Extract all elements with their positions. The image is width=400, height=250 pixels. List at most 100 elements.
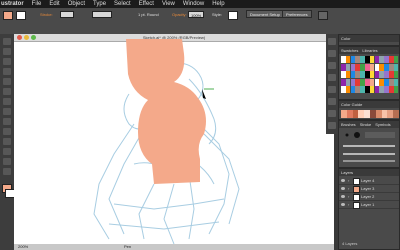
swatch-chip[interactable] bbox=[360, 71, 365, 78]
swatch-chip[interactable] bbox=[393, 71, 399, 78]
layer-name[interactable]: Layer 2 bbox=[361, 193, 374, 200]
guide-chip[interactable] bbox=[393, 110, 399, 118]
artboards-icon[interactable] bbox=[328, 122, 336, 129]
swatch-chip[interactable] bbox=[360, 78, 365, 86]
rotate-tool-icon[interactable] bbox=[3, 98, 11, 105]
opacity-label[interactable]: Opacity: bbox=[172, 11, 187, 18]
fill-swatch[interactable] bbox=[3, 11, 13, 20]
current-tool: Pen bbox=[124, 244, 132, 249]
graphic-styles-icon[interactable] bbox=[328, 86, 336, 93]
chevron-right-icon[interactable]: › bbox=[348, 177, 349, 184]
eye-icon[interactable] bbox=[341, 203, 345, 206]
symbols-panel-icon[interactable] bbox=[328, 74, 336, 81]
pen-tool-icon[interactable] bbox=[3, 58, 11, 65]
swatch-chip[interactable] bbox=[360, 56, 365, 63]
app-name[interactable]: ustrator bbox=[0, 0, 28, 8]
width-tool-icon[interactable] bbox=[3, 118, 11, 125]
layer-name[interactable]: Layer 4 bbox=[361, 177, 374, 184]
zoom-level[interactable]: 200% bbox=[18, 244, 28, 250]
chevron-right-icon[interactable]: › bbox=[348, 185, 349, 192]
type-tool-icon[interactable] bbox=[3, 68, 11, 75]
swatch-chip[interactable] bbox=[393, 86, 399, 93]
color-panel-icon[interactable] bbox=[328, 38, 336, 45]
stroke-label[interactable]: Stroke: bbox=[40, 11, 53, 18]
menu-effect[interactable]: Effect bbox=[135, 0, 158, 8]
swatch-chip[interactable] bbox=[393, 78, 399, 86]
tab-color-guide[interactable]: Color Guide bbox=[339, 101, 364, 108]
chevron-right-icon[interactable]: › bbox=[348, 201, 349, 208]
arrange-icon[interactable] bbox=[318, 11, 328, 20]
selection-tool-icon[interactable] bbox=[3, 38, 11, 45]
swatch-chip[interactable] bbox=[384, 86, 389, 93]
color-guide-panel: Color Guide bbox=[338, 100, 400, 120]
swatch-chip[interactable] bbox=[384, 63, 389, 71]
style-swatch[interactable] bbox=[228, 11, 238, 20]
swatches-panel: Swatches Libraries bbox=[338, 46, 400, 100]
toolbox bbox=[0, 34, 15, 250]
artboard[interactable] bbox=[14, 34, 334, 244]
tab-libraries[interactable]: Libraries bbox=[360, 47, 379, 54]
direct-selection-tool-icon[interactable] bbox=[3, 48, 11, 55]
eyedropper-tool-icon[interactable] bbox=[3, 148, 11, 155]
layer-row[interactable]: › Layer 4 bbox=[339, 177, 399, 185]
variable-width-field[interactable] bbox=[92, 11, 112, 18]
layer-row[interactable]: › Layer 1 bbox=[339, 201, 399, 209]
tab-symbols[interactable]: Symbols bbox=[373, 121, 392, 128]
swatch-chip[interactable] bbox=[384, 78, 389, 86]
preferences-button[interactable]: Preferences bbox=[282, 10, 312, 18]
control-bar: Stroke: 1 pt. Round Opacity: 100% Style:… bbox=[0, 8, 400, 35]
tab-layers[interactable]: Layers bbox=[339, 169, 355, 176]
layer-row[interactable]: › Layer 3 bbox=[339, 185, 399, 193]
scale-tool-icon[interactable] bbox=[3, 108, 11, 115]
menu-file[interactable]: File bbox=[28, 0, 46, 8]
menu-select[interactable]: Select bbox=[110, 0, 135, 8]
brush-tool-icon[interactable] bbox=[3, 88, 11, 95]
brush-dot-large bbox=[354, 132, 360, 138]
zoom-tool-icon[interactable] bbox=[3, 168, 11, 175]
rectangle-tool-icon[interactable] bbox=[3, 78, 11, 85]
eye-icon[interactable] bbox=[341, 187, 345, 190]
layer-thumbnail bbox=[353, 186, 360, 193]
menu-edit[interactable]: Edit bbox=[45, 0, 63, 8]
swatch-chip[interactable] bbox=[360, 86, 365, 93]
menu-window[interactable]: Window bbox=[179, 0, 208, 8]
tab-stroke[interactable]: Stroke bbox=[358, 121, 374, 128]
menu-type[interactable]: Type bbox=[89, 0, 110, 8]
eye-icon[interactable] bbox=[341, 179, 345, 182]
swatch-chip[interactable] bbox=[384, 71, 389, 78]
brush-definition-value[interactable]: 1 pt. Round bbox=[138, 11, 159, 18]
pen-cursor-icon bbox=[202, 88, 214, 99]
tab-color[interactable]: Color bbox=[339, 35, 353, 42]
swatches-panel-icon[interactable] bbox=[328, 50, 336, 57]
shape-builder-tool-icon[interactable] bbox=[3, 128, 11, 135]
menu-help[interactable]: Help bbox=[208, 0, 228, 8]
menu-view[interactable]: View bbox=[158, 0, 179, 8]
menu-object[interactable]: Object bbox=[64, 0, 89, 8]
brush-list[interactable] bbox=[339, 128, 399, 168]
stroke-weight-field[interactable] bbox=[60, 11, 74, 18]
swatch-chip[interactable] bbox=[360, 63, 365, 71]
opacity-field[interactable]: 100% bbox=[188, 11, 204, 18]
gradient-tool-icon[interactable] bbox=[3, 138, 11, 145]
document-setup-button[interactable]: Document Setup bbox=[246, 10, 284, 18]
menu-bar: ustrator File Edit Object Type Select Ef… bbox=[0, 0, 400, 8]
tab-swatches[interactable]: Swatches bbox=[339, 47, 360, 54]
stroke-swatch[interactable] bbox=[16, 11, 26, 20]
swatch-chip[interactable] bbox=[393, 63, 399, 71]
brushes-panel-icon[interactable] bbox=[328, 62, 336, 69]
style-label: Style: bbox=[212, 12, 223, 17]
layer-name[interactable]: Layer 1 bbox=[361, 201, 374, 208]
document-window: Sketch.ai* @ 200% (RGB/Preview) bbox=[14, 34, 334, 244]
tab-brushes[interactable]: Brushes bbox=[339, 121, 358, 128]
swatch-chip[interactable] bbox=[393, 56, 399, 63]
layers-count: 4 Layers bbox=[342, 241, 358, 246]
layer-row[interactable]: › Layer 2 bbox=[339, 193, 399, 201]
layer-name[interactable]: Layer 3 bbox=[361, 185, 374, 192]
swatch-chip[interactable] bbox=[384, 56, 389, 63]
panel-icons bbox=[326, 34, 338, 134]
appearance-icon[interactable] bbox=[328, 98, 336, 105]
chevron-right-icon[interactable]: › bbox=[348, 193, 349, 200]
hand-tool-icon[interactable] bbox=[3, 158, 11, 165]
layers-panel-icon[interactable] bbox=[328, 110, 336, 117]
eye-icon[interactable] bbox=[341, 195, 345, 198]
